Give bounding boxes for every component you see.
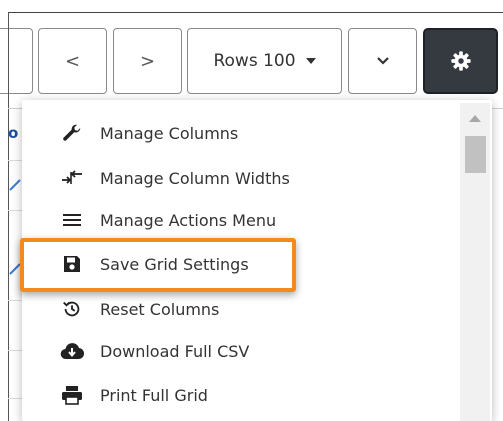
menu-item-label: Print Full Grid: [100, 385, 208, 405]
grid-row-divider: [8, 398, 22, 399]
menu-item-print-full-grid[interactable]: Print Full Grid: [22, 374, 462, 416]
grid-row-divider: [8, 300, 22, 301]
chevron-down-icon: [376, 57, 389, 65]
menu-item-label: Manage Columns: [100, 123, 239, 143]
column-width-icon: [60, 166, 84, 190]
rows-per-page-dropdown[interactable]: Rows 100: [187, 28, 342, 94]
scrollbar-thumb[interactable]: [465, 136, 486, 173]
grid-row-divider: [8, 350, 22, 351]
printer-icon: [60, 383, 84, 407]
grid-settings-button[interactable]: [423, 28, 498, 94]
hamburger-icon: [60, 208, 84, 232]
toolbar-border: [8, 12, 503, 13]
save-settings-highlight: [20, 238, 296, 292]
scroll-up-icon[interactable]: [469, 115, 481, 122]
cloud-download-icon: [60, 339, 84, 363]
menu-item-reset-columns[interactable]: Reset Columns: [22, 288, 462, 330]
menu-item-download-full-csv[interactable]: Download Full CSV: [22, 330, 462, 372]
menu-item-label: Reset Columns: [100, 299, 220, 319]
grid-toolbar: < > Rows 100: [0, 0, 503, 108]
wrench-icon: [60, 121, 84, 145]
history-icon: [60, 297, 84, 321]
menu-item-label: Manage Actions Menu: [100, 210, 277, 230]
menu-item-manage-columns[interactable]: Manage Columns: [22, 112, 462, 154]
gear-icon: [450, 51, 471, 71]
caret-down-icon: [305, 58, 316, 64]
menu-item-label: Download Full CSV: [100, 341, 250, 361]
next-label: >: [139, 50, 156, 72]
menu-item-manage-actions-menu[interactable]: Manage Actions Menu: [22, 199, 462, 241]
next-page-button[interactable]: >: [113, 28, 182, 94]
partial-toolbar-button[interactable]: [0, 28, 33, 94]
previous-page-button[interactable]: <: [38, 28, 107, 94]
menu-scrollbar[interactable]: [460, 103, 490, 421]
edit-link-icon[interactable]: [8, 178, 22, 192]
rows-per-page-label: Rows 100: [213, 51, 296, 71]
grid-row-divider: [8, 210, 22, 211]
expand-dropdown-button[interactable]: [348, 28, 417, 94]
menu-item-label: Manage Column Widths: [100, 168, 290, 188]
grid-left-border: [8, 12, 9, 421]
previous-label: <: [64, 50, 81, 72]
menu-item-manage-column-widths[interactable]: Manage Column Widths: [22, 157, 462, 199]
grid-header-fragment: o: [8, 124, 19, 142]
grid-row-divider: [8, 160, 22, 161]
